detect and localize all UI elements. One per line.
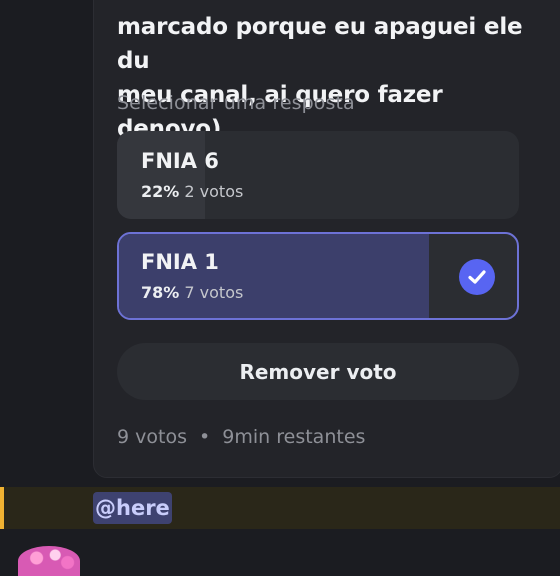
- poll-question: marcado porque eu apaguei ele du meu can…: [117, 10, 547, 146]
- poll-option-label: FNIA 6: [141, 149, 219, 173]
- message-row-highlighted[interactable]: @here: [0, 487, 560, 529]
- here-mention[interactable]: @here: [93, 492, 172, 524]
- select-answer-hint: Selecionar uma resposta: [117, 92, 355, 114]
- avatar[interactable]: [18, 546, 80, 576]
- poll-option-fnia-1[interactable]: FNIA 1 78% 7 votos: [117, 232, 519, 320]
- poll-footer: 9 votos • 9min restantes: [117, 426, 365, 448]
- poll-option-fnia-6[interactable]: FNIA 6 22% 2 votos: [117, 131, 519, 219]
- poll-option-stats: 78% 7 votos: [141, 283, 243, 302]
- remove-vote-button[interactable]: Remover voto: [117, 343, 519, 400]
- poll-total-votes: 9 votos: [117, 426, 187, 448]
- poll-option-label: FNIA 1: [141, 250, 219, 274]
- poll-time-left: 9min restantes: [222, 426, 366, 448]
- poll-option-result-bar: [117, 131, 206, 219]
- poll-option-result-bar: [119, 234, 430, 318]
- poll-option-votes: 7 votos: [184, 283, 244, 302]
- poll-option-stats: 22% 2 votos: [141, 182, 243, 201]
- checkmark-icon: [459, 259, 495, 295]
- mention-highlight-bar: [0, 487, 4, 529]
- poll-option-percent: 22%: [141, 182, 180, 201]
- poll-option-percent: 78%: [141, 283, 180, 302]
- separator-dot: •: [199, 426, 211, 448]
- poll-option-votes: 2 votos: [184, 182, 244, 201]
- poll-question-line: marcado porque eu apaguei ele du: [117, 14, 523, 74]
